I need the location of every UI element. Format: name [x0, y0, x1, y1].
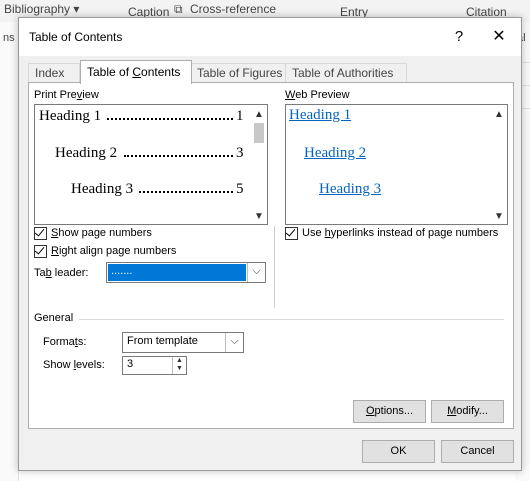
show-levels-value: 3: [127, 358, 134, 370]
print-preview-heading-2: Heading 2: [55, 145, 118, 161]
show-page-numbers-checkbox[interactable]: [34, 226, 47, 240]
ribbon-bibliography[interactable]: Bibliography ▾: [4, 2, 79, 16]
title-bar[interactable]: Table of Contents ? ✕: [19, 18, 521, 56]
tab-table-of-contents[interactable]: Table of Contents: [80, 60, 192, 84]
stepper-down-icon[interactable]: ▼: [173, 365, 186, 373]
document-left-margin: ns: [0, 22, 19, 481]
tab-index[interactable]: Index: [28, 63, 80, 83]
print-preview-box: Heading 1 1 Heading 2 3 Heading 3 5 ▲ ▼: [34, 104, 268, 225]
right-align-checkbox[interactable]: [34, 244, 47, 258]
tab-leader-value: .......: [111, 265, 133, 277]
formats-value: From template: [127, 335, 198, 347]
tab-leader-label: Tab leader:: [34, 267, 89, 279]
scroll-down-icon[interactable]: ▼: [253, 211, 265, 222]
general-divider: [79, 319, 504, 320]
web-preview-label: Web Preview: [285, 89, 350, 101]
scroll-up-icon[interactable]: ▲: [253, 109, 265, 120]
dot-leader: [124, 147, 233, 157]
tab-table-of-contents-label: Table of Contents: [87, 65, 181, 79]
right-align-label: Right align page numbers: [51, 245, 177, 257]
stepper-buttons[interactable]: ▲ ▼: [172, 357, 186, 374]
chevron-down-icon[interactable]: ⌵: [225, 333, 243, 352]
tab-table-of-authorities[interactable]: Table of Authorities: [285, 63, 407, 83]
formats-select[interactable]: From template ⌵: [122, 332, 244, 353]
print-preview-page-2: 3: [236, 145, 244, 161]
print-preview-heading-1: Heading 1: [39, 108, 102, 124]
print-preview-scrollbar[interactable]: ▲ ▼: [251, 105, 267, 224]
use-hyperlinks-checkbox[interactable]: [285, 226, 298, 240]
chevron-down-icon[interactable]: ⌵: [247, 263, 265, 282]
modify-button[interactable]: Modify...: [431, 400, 504, 423]
print-preview-page-1: 1: [236, 108, 244, 124]
cancel-button[interactable]: Cancel: [441, 440, 514, 463]
formats-label: Formats:: [43, 336, 87, 348]
toc-dialog: Table of Contents ? ✕ Index Table of Con…: [18, 17, 522, 471]
print-preview-label: Print Preview: [34, 89, 99, 101]
tab-table-of-figures[interactable]: Table of Figures: [190, 63, 296, 83]
help-button[interactable]: ?: [444, 24, 474, 50]
scroll-down-icon[interactable]: ▼: [493, 211, 505, 222]
web-preview-box: Heading 1 Heading 2 Heading 3 ▲ ▼: [285, 104, 508, 225]
web-preview-scrollbar[interactable]: ▲ ▼: [491, 105, 507, 224]
show-levels-stepper[interactable]: 3 ▲ ▼: [122, 356, 187, 375]
left-fragment-text: ns: [3, 32, 15, 44]
checkmark-icon: [34, 226, 45, 237]
stepper-up-icon[interactable]: ▲: [173, 357, 186, 365]
vertical-divider: [274, 226, 275, 308]
general-section-label: General: [34, 312, 74, 324]
checkmark-icon: [34, 244, 45, 255]
close-button[interactable]: ✕: [482, 24, 516, 50]
dialog-title: Table of Contents: [29, 30, 123, 44]
dot-leader: [107, 110, 233, 120]
options-button[interactable]: Options...: [353, 400, 426, 423]
scroll-thumb[interactable]: [254, 123, 264, 143]
show-levels-label: Show levels:: [43, 359, 105, 371]
web-preview-link-3[interactable]: Heading 3: [319, 181, 381, 198]
show-page-numbers-label: Show page numbers: [51, 227, 152, 239]
ribbon-cross-reference-icon[interactable]: ⧉: [174, 2, 183, 17]
ribbon-cross-reference[interactable]: Cross-reference: [190, 2, 276, 16]
dot-leader: [139, 183, 233, 193]
print-preview-page-3: 5: [236, 181, 244, 197]
web-preview-link-1[interactable]: Heading 1: [289, 107, 351, 124]
ok-button[interactable]: OK: [362, 440, 435, 463]
checkmark-icon: [285, 226, 296, 237]
web-preview-link-2[interactable]: Heading 2: [304, 145, 366, 162]
use-hyperlinks-label: Use hyperlinks instead of page numbers: [302, 227, 499, 239]
tab-leader-select[interactable]: ....... ⌵: [106, 262, 266, 283]
print-preview-heading-3: Heading 3: [71, 181, 134, 197]
scroll-up-icon[interactable]: ▲: [493, 109, 505, 120]
